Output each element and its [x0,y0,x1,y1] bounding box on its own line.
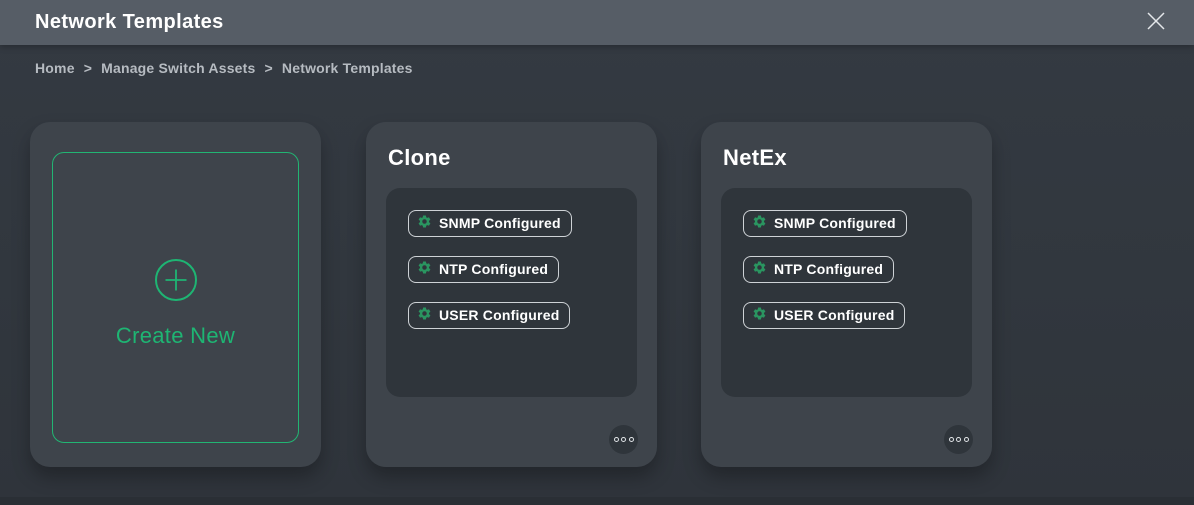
breadcrumb-separator: > [265,60,273,76]
badge-ntp-configured: NTP Configured [408,256,559,283]
breadcrumb-item-manage-switch-assets[interactable]: Manage Switch Assets [101,60,255,76]
close-icon [1144,9,1168,36]
create-new-card[interactable]: Create New [30,122,321,467]
page-title: Network Templates [35,11,224,34]
template-config-panel: SNMP Configured NTP Configured USER Conf… [721,188,972,397]
badge-label: USER Configured [774,307,894,323]
template-card-netex: NetEx SNMP Configured NTP Configured USE… [701,122,992,467]
badge-snmp-configured: SNMP Configured [743,210,907,237]
network-templates-dialog: Network Templates Home > Manage Switch A… [0,0,1194,505]
breadcrumb-item-home[interactable]: Home [35,60,75,76]
breadcrumb-item-network-templates: Network Templates [282,60,413,76]
badge-snmp-configured: SNMP Configured [408,210,572,237]
template-config-panel: SNMP Configured NTP Configured USER Conf… [386,188,637,397]
badge-user-configured: USER Configured [743,302,905,329]
create-new-label: Create New [116,323,235,349]
template-title: Clone [388,145,451,171]
gear-icon [752,306,767,324]
gear-icon [417,260,432,278]
ellipsis-icon [949,437,969,442]
dialog-header: Network Templates [0,0,1194,45]
gear-icon [752,214,767,232]
gear-icon [417,214,432,232]
gear-icon [752,260,767,278]
plus-circle-icon [153,257,199,308]
ellipsis-icon [614,437,634,442]
close-button[interactable] [1142,9,1170,37]
breadcrumb: Home > Manage Switch Assets > Network Te… [35,60,413,76]
badge-label: SNMP Configured [774,215,896,231]
badge-label: USER Configured [439,307,559,323]
card-menu-button[interactable] [944,425,973,454]
template-card-clone: Clone SNMP Configured NTP Configured USE… [366,122,657,467]
badge-label: SNMP Configured [439,215,561,231]
gear-icon [417,306,432,324]
badge-label: NTP Configured [774,261,883,277]
dialog-bottom-edge [0,497,1194,505]
badge-ntp-configured: NTP Configured [743,256,894,283]
badge-user-configured: USER Configured [408,302,570,329]
breadcrumb-separator: > [84,60,92,76]
create-new-area[interactable]: Create New [52,152,299,443]
template-title: NetEx [723,145,787,171]
card-menu-button[interactable] [609,425,638,454]
badge-label: NTP Configured [439,261,548,277]
